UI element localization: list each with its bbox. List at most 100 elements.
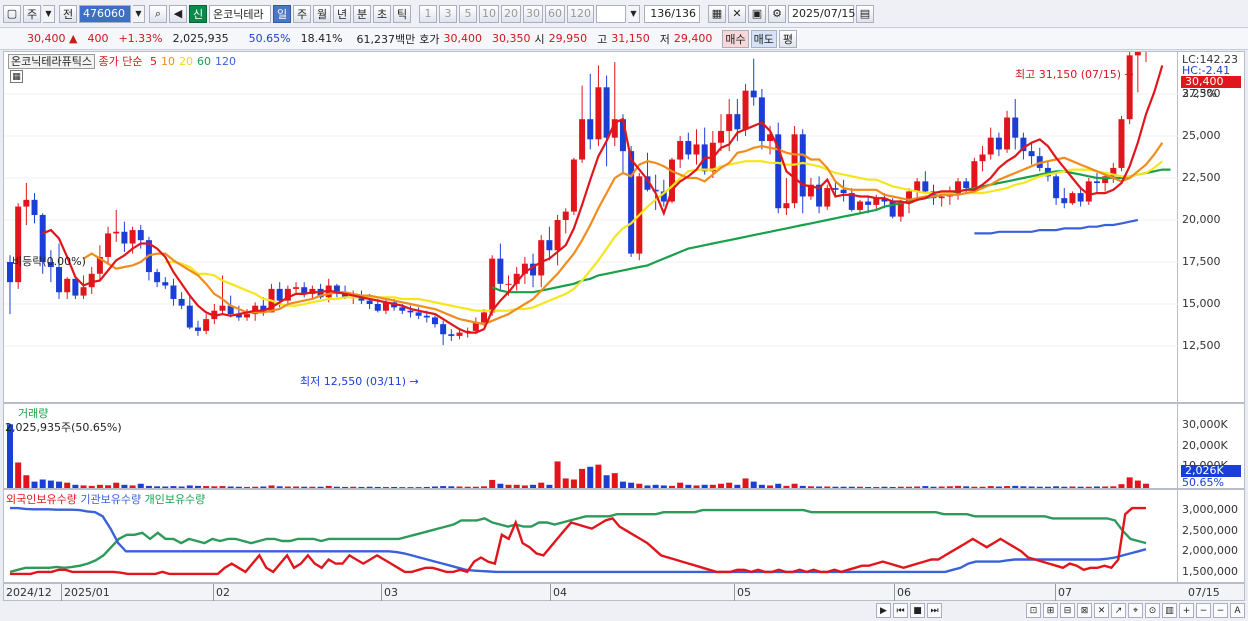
volume-bar xyxy=(922,486,929,488)
ask-label: 호가 xyxy=(419,32,440,46)
volume-bar xyxy=(129,485,136,488)
candle-body xyxy=(456,332,463,336)
interval-button[interactable]: 20 xyxy=(501,4,521,23)
candle-body xyxy=(799,134,806,197)
interval-input[interactable] xyxy=(596,4,626,23)
date-divider xyxy=(1055,584,1056,601)
last-icon[interactable]: ⏭ xyxy=(927,603,942,618)
play-icon[interactable]: ▶ xyxy=(876,603,891,618)
interval-button[interactable]: 120 xyxy=(567,4,594,23)
interval-button[interactable]: 60 xyxy=(545,4,565,23)
period-tab[interactable]: 틱 xyxy=(393,4,411,23)
candle-body xyxy=(546,240,553,251)
chevron-down-icon[interactable]: ▼ xyxy=(43,4,55,23)
volume-bar xyxy=(293,486,300,488)
volume-bar xyxy=(284,486,291,488)
tool-icon[interactable]: ⊙ xyxy=(1145,603,1160,618)
candle-body xyxy=(481,312,488,323)
interval-button[interactable]: 30 xyxy=(523,4,543,23)
price-chart-panel[interactable]: 온코닉테라퓨틱스 종가 단순 5 10 20 60 120 ▦ 비등락(0.00%) 최… xyxy=(3,51,1179,403)
tool-icon[interactable]: ⊡ xyxy=(1026,603,1041,618)
volume-bar xyxy=(513,484,520,488)
volume-bar xyxy=(595,464,602,488)
tool-icon[interactable]: ▥ xyxy=(1162,603,1177,618)
open-price: 29,950 xyxy=(548,32,588,45)
interval-button[interactable]: 3 xyxy=(439,4,457,23)
date-field[interactable]: 2025/07/15 xyxy=(788,4,855,23)
volume-bar xyxy=(767,485,774,488)
volume-bar xyxy=(693,485,700,488)
high-label: 고 xyxy=(597,32,608,46)
cross-icon[interactable]: ✕ xyxy=(728,4,746,23)
volume-bar xyxy=(113,482,120,488)
window-icon[interactable]: ▢ xyxy=(3,4,21,23)
candle-body xyxy=(23,199,30,207)
candle-body xyxy=(293,287,300,289)
calendar-icon[interactable]: ▤ xyxy=(856,4,874,23)
zoom-in-icon[interactable]: + xyxy=(1179,603,1194,618)
candle-body xyxy=(448,334,455,336)
volume-bar xyxy=(946,486,953,488)
volume-bar xyxy=(848,486,855,488)
stop-icon[interactable]: ■ xyxy=(910,603,925,618)
chevron-down-icon[interactable]: ▼ xyxy=(133,4,145,23)
sell-button[interactable]: 매도 xyxy=(750,29,777,48)
candle-body xyxy=(865,201,872,205)
candle-body xyxy=(64,278,71,293)
period-tab[interactable]: 일 xyxy=(273,4,291,23)
gear-icon[interactable]: ⚙ xyxy=(768,4,786,23)
save-icon[interactable]: ▣ xyxy=(748,4,766,23)
holder-chart-panel[interactable]: 외국인보유수량 기관보유수량 개인보유수량 xyxy=(3,489,1178,583)
font-size-icon[interactable]: A xyxy=(1230,603,1245,618)
volume-bar xyxy=(481,486,488,488)
interval-button[interactable]: 10 xyxy=(479,4,499,23)
tool-icon[interactable]: ⊟ xyxy=(1060,603,1075,618)
type-select[interactable]: 주 xyxy=(23,4,41,23)
tool-icon[interactable]: ⊞ xyxy=(1043,603,1058,618)
eval-button[interactable]: 평 xyxy=(778,29,797,48)
count-field[interactable]: 136/136 xyxy=(644,4,700,23)
interval-button[interactable]: 1 xyxy=(419,4,437,23)
zoom-out-icon[interactable]: − xyxy=(1196,603,1211,618)
first-icon[interactable]: ⏮ xyxy=(893,603,908,618)
tool-icon[interactable]: ⌖ xyxy=(1128,603,1143,618)
search-icon[interactable]: ⌕ xyxy=(149,4,167,23)
period-tab[interactable]: 초 xyxy=(373,4,391,23)
buy-button[interactable]: 매수 xyxy=(722,29,749,48)
price-tick: 12,500 xyxy=(1182,339,1221,352)
prev-button[interactable]: 전 xyxy=(59,4,77,23)
chevron-down-icon[interactable]: ▼ xyxy=(628,4,640,23)
period-tab[interactable]: 주 xyxy=(293,4,311,23)
volume-bar xyxy=(88,485,95,488)
volume-bar xyxy=(619,481,626,488)
trade-amount: 61,237백만 xyxy=(356,32,416,46)
volume-bar xyxy=(816,486,823,488)
candle-body xyxy=(113,231,120,234)
period-tab[interactable]: 분 xyxy=(353,4,371,23)
volume-bar xyxy=(709,484,716,488)
volume-bar xyxy=(1069,486,1076,488)
candle-body xyxy=(399,307,406,311)
candle-body xyxy=(603,87,610,138)
volume-bar xyxy=(750,481,757,488)
period-tab[interactable]: 월 xyxy=(313,4,331,23)
volume-bar xyxy=(1102,486,1109,488)
volume-bar xyxy=(505,484,512,488)
volume-ratio: 50.65% xyxy=(248,32,291,45)
interval-button[interactable]: 5 xyxy=(459,4,477,23)
period-tab[interactable]: 년 xyxy=(333,4,351,23)
nav-bar: ▶ ⏮ ■ ⏭ ⊡ ⊞ ⊟ ⊠ ✕ ↗ ⌖ ⊙ ▥ + − − A xyxy=(0,601,1248,621)
volume-bar xyxy=(603,475,610,488)
low-label: 저 xyxy=(659,32,670,46)
volume-chart-panel[interactable]: 거래량 2,025,935주(50.65%) xyxy=(3,403,1178,489)
tool-icon[interactable]: ↗ xyxy=(1111,603,1126,618)
grid-icon[interactable]: ▦ xyxy=(708,4,726,23)
speaker-icon[interactable]: ◀ xyxy=(169,4,187,23)
candle-body xyxy=(72,278,79,296)
candle-body xyxy=(1012,117,1019,138)
stock-code-input[interactable]: 476060 xyxy=(79,4,131,23)
tool-icon[interactable]: ✕ xyxy=(1094,603,1109,618)
volume-bar xyxy=(162,486,169,488)
zoom-minus-icon[interactable]: − xyxy=(1213,603,1228,618)
tool-icon[interactable]: ⊠ xyxy=(1077,603,1092,618)
